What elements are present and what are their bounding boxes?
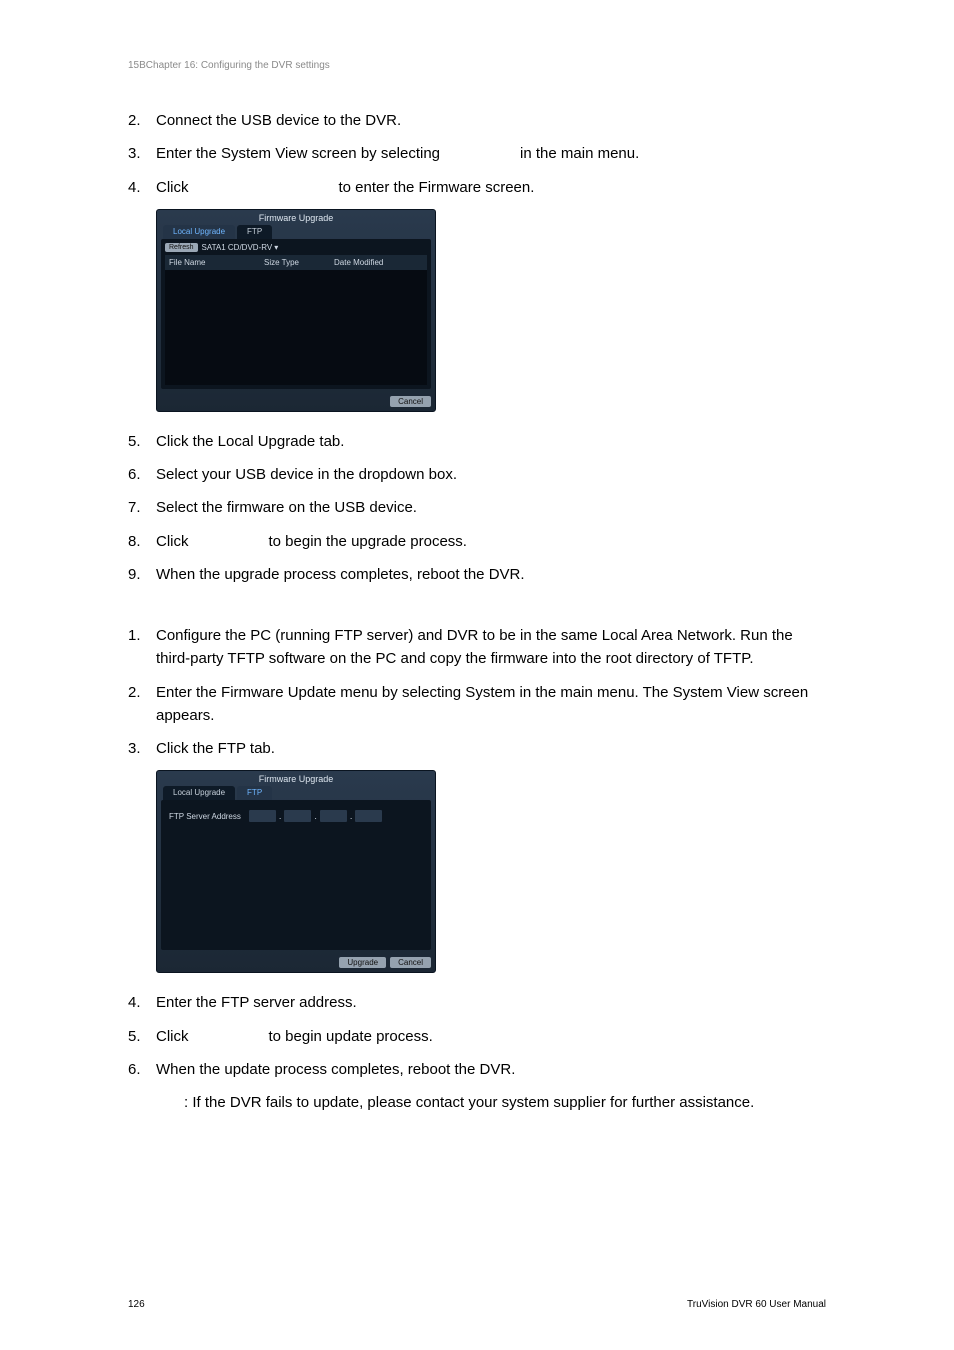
step-text: Connect the USB device to the DVR. <box>156 109 826 132</box>
col-size-type: Size Type <box>264 258 334 267</box>
panel-footer: Upgrade Cancel <box>157 954 435 972</box>
tab-ftp[interactable]: FTP <box>237 225 272 239</box>
step-text: When the update process completes, reboo… <box>156 1058 826 1081</box>
page-number: 126 <box>128 1299 145 1310</box>
firmware-upgrade-ftp-screenshot: Firmware Upgrade Local Upgrade FTP FTP S… <box>156 770 826 973</box>
note-text: If the DVR fails to update, please conta… <box>192 1094 754 1111</box>
file-table-body <box>165 270 427 385</box>
tab-ftp[interactable]: FTP <box>237 786 272 800</box>
tab-local-upgrade[interactable]: Local Upgrade <box>163 225 235 239</box>
step-text: Click to begin the upgrade process. <box>156 530 826 553</box>
step-6: 6. Select your USB device in the dropdow… <box>128 463 826 486</box>
step-5: 5. Click the Local Upgrade tab. <box>128 430 826 453</box>
panel-title: Firmware Upgrade <box>157 771 435 786</box>
note-block: : If the DVR fails to update, please con… <box>156 1091 826 1114</box>
step-num: 5. <box>128 430 156 453</box>
dot-icon: . <box>350 813 353 819</box>
step-4: 4. Click to enter the Firmware screen. <box>128 176 826 199</box>
ip-segment[interactable] <box>284 810 311 822</box>
step-num: 8. <box>128 530 156 553</box>
step-num: 2. <box>128 109 156 132</box>
step-7: 7. Select the firmware on the USB device… <box>128 496 826 519</box>
refresh-button[interactable]: Refresh <box>165 243 198 252</box>
ftp-step-2: 2. Enter the Firmware Update menu by sel… <box>128 681 826 728</box>
page-footer: 126 TruVision DVR 60 User Manual <box>128 1299 826 1310</box>
step-num: 4. <box>128 176 156 199</box>
step-text: Click to begin update process. <box>156 1025 826 1048</box>
step-num: 9. <box>128 563 156 586</box>
ftp-step-6: 6. When the update process completes, re… <box>128 1058 826 1081</box>
device-dropdown[interactable]: SATA1 CD/DVD-RV▾ <box>202 243 279 252</box>
step-text: Click to enter the Firmware screen. <box>156 176 826 199</box>
step-text-post: to enter the Firmware screen. <box>339 179 535 196</box>
col-file-name: File Name <box>169 258 264 267</box>
ftp-step-3: 3. Click the FTP tab. <box>128 737 826 760</box>
step-num: 2. <box>128 681 156 728</box>
step-3: 3. Enter the System View screen by selec… <box>128 142 826 165</box>
ftp-server-address-label: FTP Server Address <box>169 812 241 821</box>
step-8: 8. Click to begin the upgrade process. <box>128 530 826 553</box>
step-num: 1. <box>128 624 156 671</box>
manual-title: TruVision DVR 60 User Manual <box>687 1299 826 1310</box>
ip-segment[interactable] <box>249 810 276 822</box>
step-9: 9. When the upgrade process completes, r… <box>128 563 826 586</box>
panel-tabs: Local Upgrade FTP <box>157 225 435 239</box>
step-num: 6. <box>128 463 156 486</box>
step-num: 3. <box>128 142 156 165</box>
panel-tabs: Local Upgrade FTP <box>157 786 435 800</box>
step-text: Enter the FTP server address. <box>156 991 826 1014</box>
cancel-button[interactable]: Cancel <box>390 396 431 407</box>
step-num: 5. <box>128 1025 156 1048</box>
step-text-pre: Click <box>156 1028 189 1045</box>
ip-segment[interactable] <box>320 810 347 822</box>
upgrade-button[interactable]: Upgrade <box>339 957 386 968</box>
panel-title: Firmware Upgrade <box>157 210 435 225</box>
ftp-server-address-input[interactable]: . . . <box>249 810 383 822</box>
step-text: Click the FTP tab. <box>156 737 826 760</box>
step-text: Click the Local Upgrade tab. <box>156 430 826 453</box>
ip-segment[interactable] <box>355 810 382 822</box>
step-text: Configure the PC (running FTP server) an… <box>156 624 826 671</box>
firmware-panel: Firmware Upgrade Local Upgrade FTP Refre… <box>156 209 436 412</box>
step-text: When the upgrade process completes, rebo… <box>156 563 826 586</box>
step-num: 4. <box>128 991 156 1014</box>
ftp-step-4: 4. Enter the FTP server address. <box>128 991 826 1014</box>
step-text-pre: Click <box>156 179 189 196</box>
device-dropdown-value: SATA1 CD/DVD-RV <box>202 243 273 252</box>
firmware-upgrade-local-screenshot: Firmware Upgrade Local Upgrade FTP Refre… <box>156 209 826 412</box>
step-text: Enter the System View screen by selectin… <box>156 142 826 165</box>
step-text-pre: Click <box>156 533 189 550</box>
dot-icon: . <box>314 813 317 819</box>
step-text-post: in the main menu. <box>520 145 639 162</box>
tab-local-upgrade[interactable]: Local Upgrade <box>163 786 235 800</box>
step-2: 2. Connect the USB device to the DVR. <box>128 109 826 132</box>
col-date-modified: Date Modified <box>334 258 423 267</box>
chapter-header: 15BChapter 16: Configuring the DVR setti… <box>128 60 826 71</box>
step-num: 3. <box>128 737 156 760</box>
ftp-step-5: 5. Click to begin update process. <box>128 1025 826 1048</box>
step-text-post: to begin the upgrade process. <box>269 533 467 550</box>
step-num: 7. <box>128 496 156 519</box>
step-text-post: to begin update process. <box>269 1028 433 1045</box>
ftp-step-1: 1. Configure the PC (running FTP server)… <box>128 624 826 671</box>
dot-icon: . <box>279 813 282 819</box>
panel-footer: Cancel <box>157 393 435 411</box>
panel-body: FTP Server Address . . . <box>161 800 431 950</box>
step-text: Select the firmware on the USB device. <box>156 496 826 519</box>
step-text: Enter the Firmware Update menu by select… <box>156 681 826 728</box>
panel-body: Refresh SATA1 CD/DVD-RV▾ File Name Size … <box>161 239 431 389</box>
chevron-down-icon: ▾ <box>274 243 278 252</box>
firmware-panel-ftp: Firmware Upgrade Local Upgrade FTP FTP S… <box>156 770 436 973</box>
step-text: Select your USB device in the dropdown b… <box>156 463 826 486</box>
step-text-pre: Enter the System View screen by selectin… <box>156 145 440 162</box>
cancel-button[interactable]: Cancel <box>390 957 431 968</box>
file-table-header: File Name Size Type Date Modified <box>165 255 427 270</box>
step-num: 6. <box>128 1058 156 1081</box>
